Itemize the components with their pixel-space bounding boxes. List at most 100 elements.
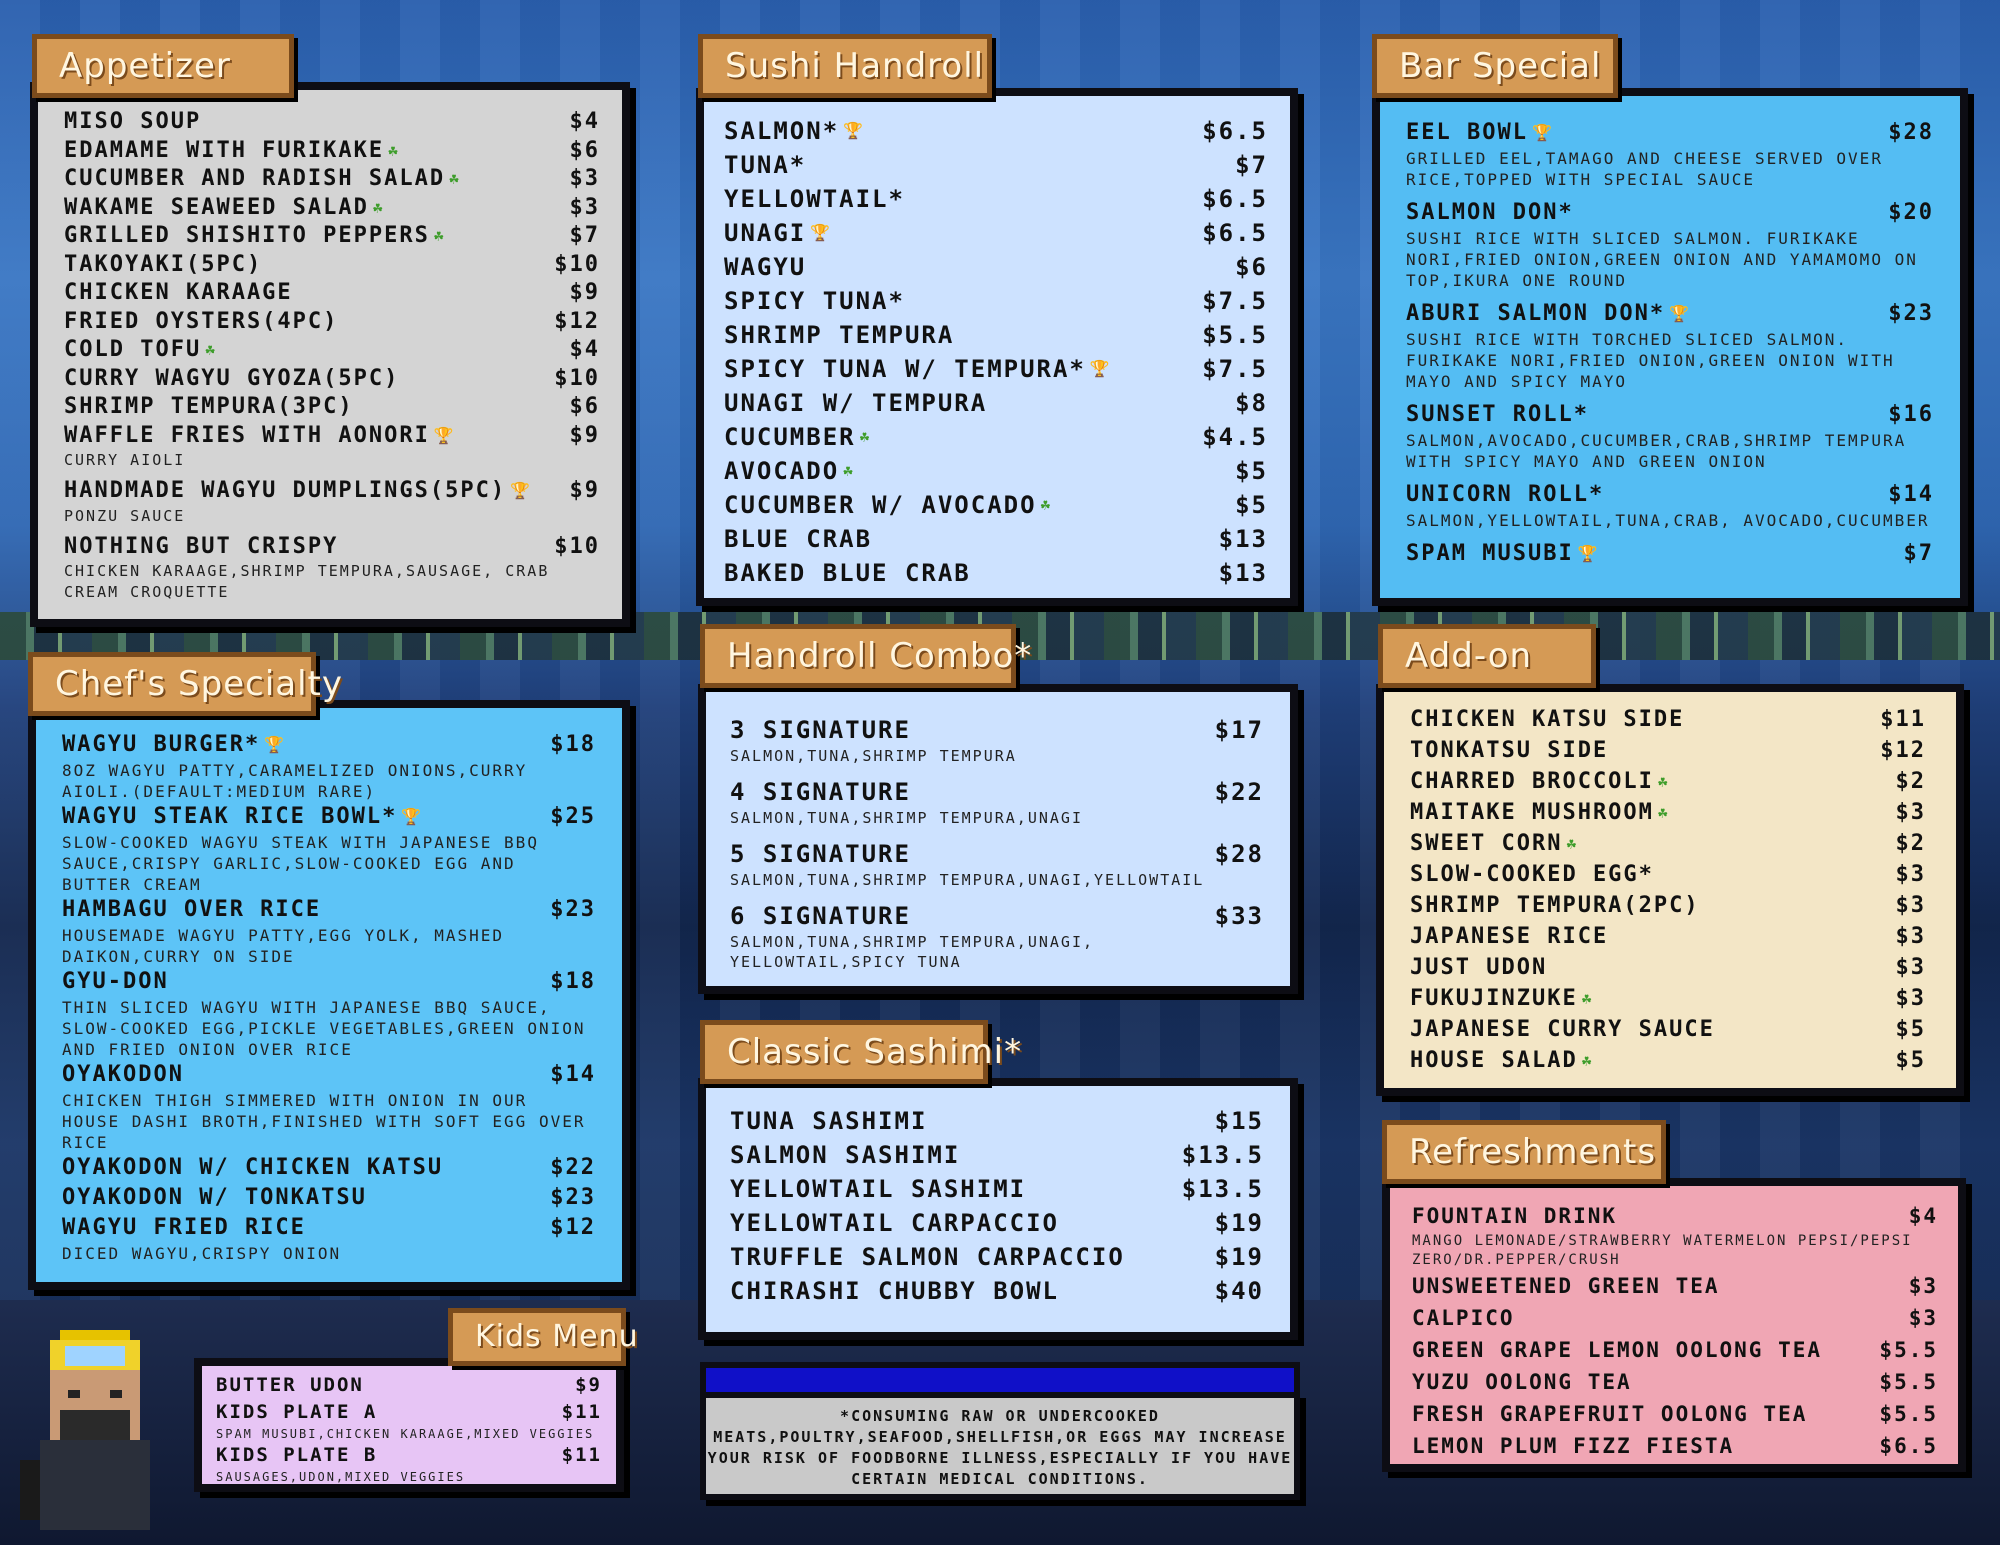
menu-item-price: $22: [1214, 778, 1264, 806]
kids-menu-list: BUTTER UDON $9 KIDS PLATE A $11 SPAM MUSUBI,…: [202, 1366, 616, 1484]
menu-item: CUCUMBER W/ AVOCADO ☘ $5: [724, 488, 1268, 522]
appetizer-list: MISO SOUP $4 EDAMAME WITH FURIKAKE ☘ $6 CUCUM…: [38, 90, 622, 619]
menu-item-name-text: NOTHING BUT CRISPY: [64, 533, 339, 559]
menu-item-name: 6 SIGNATURE: [730, 900, 911, 932]
menu-item: UNICORN ROLL* $14 SALMON,YELLOWTAIL,TUNA,C…: [1406, 480, 1934, 531]
menu-item-price: $3: [1908, 1274, 1938, 1298]
chef-specialty-tab: Chef's Specialty: [28, 652, 342, 716]
menu-item: ABURI SALMON DON* 🏆 $23 SUSHI RICE WITH TOR…: [1406, 299, 1934, 392]
menu-item-description: SALMON,TUNA,SHRIMP TEMPURA,UNAGI,YELLOWT…: [730, 871, 1205, 889]
menu-item: UNSWEETENED GREEN TEA $3: [1412, 1270, 1938, 1302]
bar-special-panel: EEL BOWL 🏆 $28 GRILLED EEL,TAMAGO AND CHEES…: [1372, 88, 1968, 606]
menu-item: 3 SIGNATURE $17 SALMON,TUNA,SHRIMP TEMPURA: [730, 714, 1264, 766]
menu-item-description: SALMON,TUNA,SHRIMP TEMPURA,UNAGI: [730, 809, 1083, 827]
menu-item-name: SHRIMP TEMPURA(3PC): [64, 393, 354, 422]
menu-item-price: $3: [1895, 986, 1926, 1011]
menu-item-name-text: BLUE CRAB: [724, 525, 873, 553]
menu-item-price: $23: [1888, 301, 1934, 326]
menu-item-name: MISO SOUP: [64, 108, 201, 137]
trophy-icon: 🏆: [264, 735, 287, 754]
vegan-icon: ☘: [1581, 1050, 1594, 1070]
menu-item-name: CUCUMBER AND RADISH SALAD ☘: [64, 165, 461, 194]
menu-item-price: $6: [569, 137, 600, 163]
menu-item-name: YUZU OOLONG TEA: [1412, 1366, 1632, 1398]
menu-item: BUTTER UDON $9: [216, 1372, 602, 1399]
menu-item-name: FUKUJINZUKE ☘: [1410, 983, 1593, 1014]
menu-item-name-text: KIDS PLATE A: [216, 1401, 378, 1423]
chef-specialty-panel: WAGYU BURGER* 🏆 $18 8OZ WAGYU PATTY,CARAMEL…: [28, 700, 630, 1290]
vegan-icon: ☘: [1581, 988, 1594, 1008]
vegan-icon: ☘: [388, 140, 400, 160]
menu-item-name: SALMON* 🏆: [724, 114, 865, 148]
menu-item-name-text: UNAGI W/ TEMPURA: [724, 389, 988, 417]
menu-item-name: UNAGI 🏆: [724, 216, 832, 250]
menu-item-name-text: FOUNTAIN DRINK: [1412, 1204, 1618, 1228]
combo-panel: 3 SIGNATURE $17 SALMON,TUNA,SHRIMP TEMPURA…: [698, 684, 1298, 994]
menu-item-price: $11: [561, 1444, 602, 1466]
menu-item-name-text: FRESH GRAPEFRUIT OOLONG TEA: [1412, 1402, 1808, 1426]
menu-item-price: $6.5: [1202, 117, 1268, 145]
menu-item-name: ABURI SALMON DON* 🏆: [1406, 299, 1691, 329]
menu-item-name-text: JUST UDON: [1410, 955, 1548, 980]
menu-item-name: 4 SIGNATURE: [730, 776, 911, 808]
bar-special-list: EEL BOWL 🏆 $28 GRILLED EEL,TAMAGO AND CHEES…: [1380, 96, 1960, 598]
menu-item-price: $2: [1895, 831, 1926, 856]
menu-item-name-text: TRUFFLE SALMON CARPACCIO: [730, 1243, 1125, 1271]
menu-item-description: SALMON,AVOCADO,CUCUMBER,CRAB,SHRIMP TEMP…: [1406, 431, 1907, 471]
vegan-icon: ☘: [449, 169, 461, 189]
menu-item-price: $7.5: [1202, 287, 1268, 315]
menu-item-name-text: TAKOYAKI(5PC): [64, 251, 263, 277]
menu-item: UNAGI 🏆 $6.5: [724, 216, 1268, 250]
menu-item: HAMBAGU OVER RICE $23 HOUSEMADE WAGYU PATT…: [62, 895, 596, 967]
menu-item-name: JAPANESE CURRY SAUCE: [1410, 1014, 1715, 1045]
menu-item-price: $14: [550, 1062, 596, 1087]
trophy-icon: 🏆: [433, 425, 456, 445]
menu-item-description: SPAM MUSUBI,CHICKEN KARAAGE,MIXED VEGGIE…: [216, 1427, 595, 1441]
menu-item: CUCUMBER ☘ $4.5: [724, 420, 1268, 454]
menu-item-price: $3: [569, 166, 600, 191]
menu-item-price: $3: [1895, 893, 1926, 918]
menu-item-price: $9: [575, 1374, 602, 1396]
menu-item-name-text: SLOW-COOKED EGG*: [1410, 862, 1654, 887]
menu-item: WAGYU STEAK RICE BOWL* 🏆 $25 SLOW-COOKED WA…: [62, 802, 596, 895]
trophy-icon: 🏆: [810, 223, 833, 242]
menu-item-price: $18: [550, 732, 596, 757]
menu-item-name: SHRIMP TEMPURA(2PC): [1410, 890, 1700, 921]
menu-item-name: NOTHING BUT CRISPY: [64, 533, 338, 562]
menu-item-price: $10: [554, 365, 600, 391]
menu-item-price: $7: [569, 223, 600, 248]
menu-item-price: $5.5: [1879, 1338, 1938, 1362]
trophy-icon: 🏆: [510, 481, 533, 501]
menu-item-name: FOUNTAIN DRINK: [1412, 1200, 1617, 1232]
menu-item-price: $13.5: [1181, 1141, 1264, 1169]
vegan-icon: ☘: [859, 427, 872, 446]
appetizer-panel: MISO SOUP $4 EDAMAME WITH FURIKAKE ☘ $6 CUCUM…: [30, 82, 630, 627]
menu-item-name-text: FRIED OYSTERS(4PC): [64, 308, 339, 334]
menu-item-name: SLOW-COOKED EGG*: [1410, 859, 1654, 890]
menu-item-name-text: JAPANESE RICE: [1410, 924, 1609, 949]
menu-item: CHARRED BROCCOLI ☘ $2: [1410, 766, 1926, 797]
menu-item-name-text: YELLOWTAIL SASHIMI: [730, 1175, 1027, 1203]
menu-item-price: $12: [550, 1215, 596, 1240]
menu-item-price: $5: [1235, 457, 1268, 485]
menu-item-price: $20: [1888, 200, 1934, 225]
menu-item: SHRIMP TEMPURA(2PC) $3: [1410, 890, 1926, 921]
menu-item: SALMON* 🏆 $6.5: [724, 114, 1268, 148]
menu-item: TONKATSU SIDE $12: [1410, 735, 1926, 766]
menu-item-name-text: YUZU OOLONG TEA: [1412, 1370, 1632, 1394]
menu-item-name-text: ABURI SALMON DON*: [1406, 301, 1666, 326]
menu-item-description: GRILLED EEL,TAMAGO AND CHEESE SERVED OVE…: [1406, 149, 1883, 189]
menu-item-name: OYAKODON: [62, 1060, 184, 1090]
menu-item: TAKOYAKI(5PC) $10: [64, 251, 600, 280]
menu-item-name: AVOCADO ☘: [724, 454, 855, 488]
menu-item-name: BUTTER UDON: [216, 1372, 364, 1399]
menu-item-name: EEL BOWL 🏆: [1406, 118, 1554, 148]
trophy-icon: 🏆: [1577, 544, 1600, 563]
menu-item-price: $18: [550, 969, 596, 994]
menu-item-price: $7: [1235, 151, 1268, 179]
menu-item-name-text: BAKED BLUE CRAB: [724, 559, 971, 587]
menu-item-price: $3: [1908, 1306, 1938, 1330]
menu-item: WAGYU BURGER* 🏆 $18 8OZ WAGYU PATTY,CARAMEL…: [62, 730, 596, 802]
menu-item-price: $6.5: [1202, 185, 1268, 213]
menu-item-price: $4: [1908, 1204, 1938, 1228]
